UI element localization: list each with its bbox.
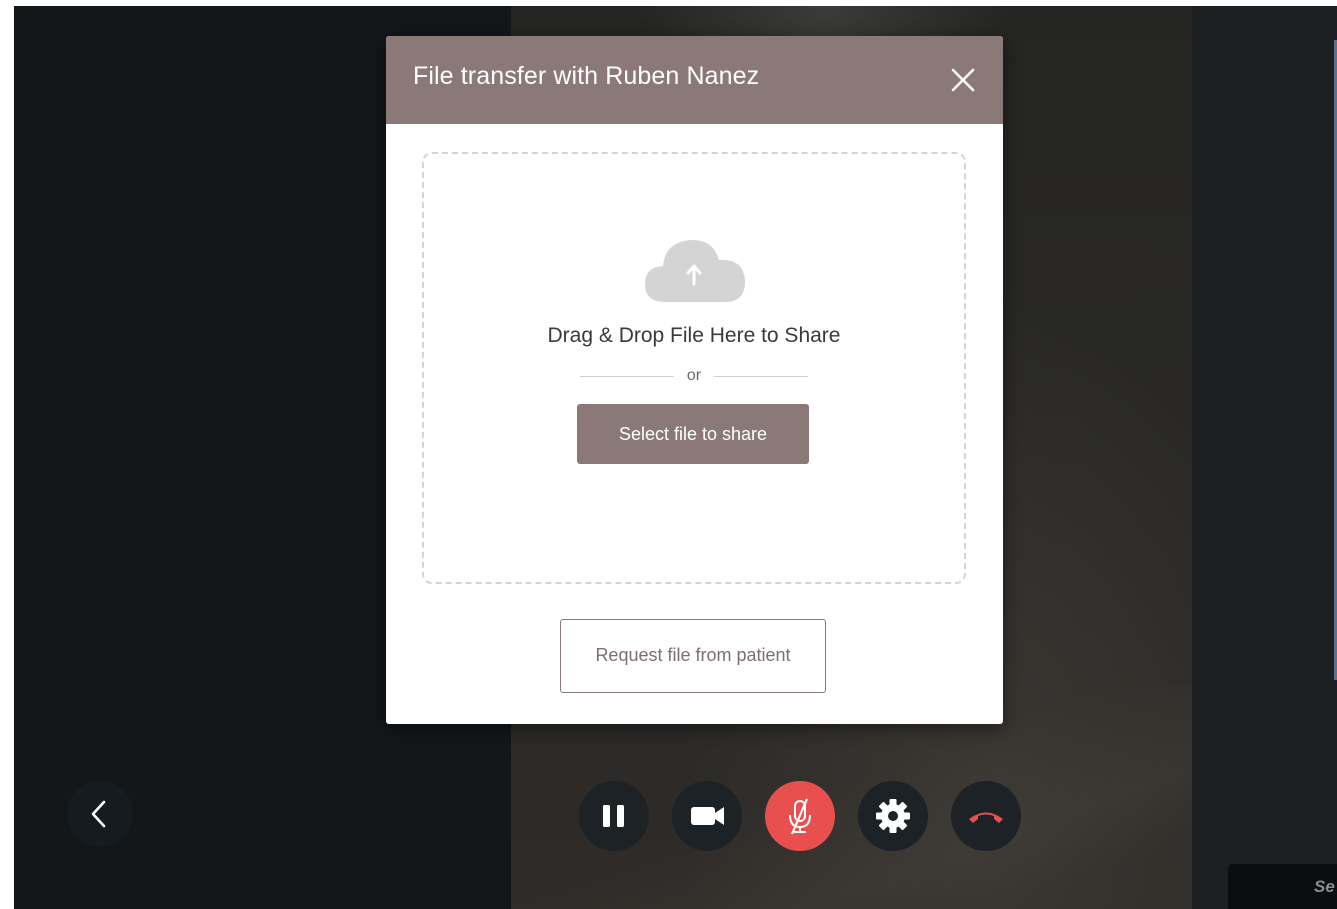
cloud-upload-icon (645, 239, 746, 302)
divider-line-right (714, 376, 808, 377)
file-drop-zone[interactable]: Drag & Drop File Here to Share or Select… (422, 152, 966, 584)
self-view-label: Se (1228, 864, 1337, 909)
close-button[interactable] (944, 61, 982, 99)
camera-button[interactable] (672, 781, 742, 851)
close-icon (951, 68, 975, 92)
right-side-panel (1192, 6, 1337, 909)
phone-hangup-icon (969, 812, 1003, 823)
gear-icon (876, 799, 910, 833)
video-camera-icon (691, 807, 724, 825)
chevron-left-icon (91, 800, 106, 828)
back-button[interactable] (67, 781, 133, 847)
mute-microphone-button[interactable] (765, 781, 835, 851)
or-divider: or (580, 366, 808, 386)
file-transfer-modal: File transfer with Ruben Nanez Drag & Dr… (386, 36, 1003, 724)
drop-instructions: Drag & Drop File Here to Share (547, 324, 841, 347)
pause-icon (603, 805, 624, 827)
request-file-button[interactable]: Request file from patient (560, 619, 826, 693)
modal-header: File transfer with Ruben Nanez (386, 36, 1003, 124)
pause-button[interactable] (579, 781, 649, 851)
select-file-button[interactable]: Select file to share (577, 404, 809, 464)
microphone-muted-icon (789, 798, 811, 835)
settings-button[interactable] (858, 781, 928, 851)
modal-title: File transfer with Ruben Nanez (413, 62, 760, 90)
hang-up-button[interactable] (951, 781, 1021, 851)
